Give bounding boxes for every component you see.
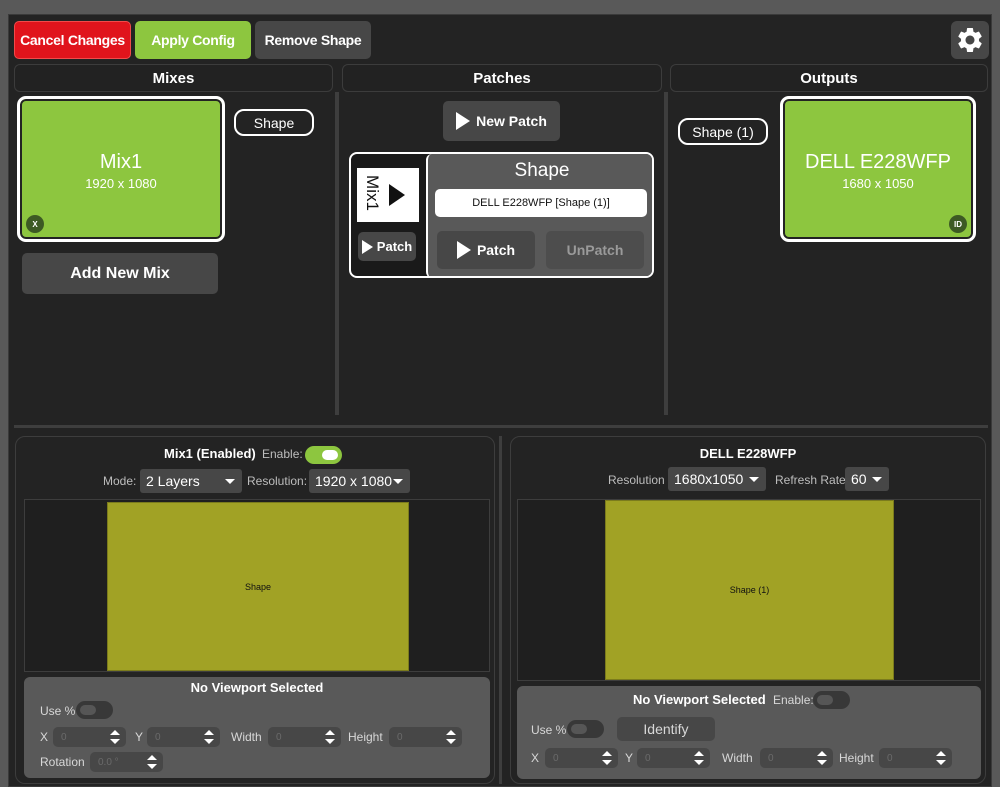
mix-patch-button[interactable]: Patch [358,232,416,261]
x-label: X [40,730,49,744]
output-canvas: Shape (1) [517,499,981,681]
mix-detail-panel: Mix1 (Enabled) Enable: Mode: 2 Layers Re… [15,436,495,784]
mix-card[interactable]: Mix1 1920 x 1080 X [17,96,225,242]
patch-label: Patch [476,242,516,258]
app-window: Cancel Changes Apply Config Remove Shape… [8,14,992,787]
mix-panel-title: Mix1 (Enabled) [164,446,256,461]
height-label: Height [348,730,383,744]
mix-resolution-label: Resolution: [247,474,308,488]
cancel-changes-button[interactable]: Cancel Changes [14,21,131,59]
refresh-rate-select[interactable]: 60 [845,467,889,491]
column-divider-right [664,92,668,415]
mix-delete-badge[interactable]: X [26,215,44,233]
output-shape-pill[interactable]: Shape (1) [678,118,768,145]
mix-shape-viewport[interactable]: Shape [107,502,409,671]
refresh-rate-value: 60 [851,471,867,487]
x-input[interactable]: 0 [53,727,126,747]
mix-resolution-select[interactable]: 1920 x 1080 [309,469,410,493]
play-icon [456,112,471,130]
output-resolution-value: 1680x1050 [674,471,744,487]
mix-resolution-value: 1920 x 1080 [315,473,393,489]
x-input[interactable]: 0 [545,748,618,768]
settings-button[interactable] [951,21,989,59]
mix-patch-label: Patch [376,239,413,254]
mix-canvas: Shape [24,499,490,672]
output-viewport-box: No Viewport Selected Enable: Use % Ident… [517,686,981,779]
new-patch-label: New Patch [476,113,547,129]
patches-header: Patches [342,64,662,92]
mix-card-title: Mix1 [99,151,143,173]
height-label: Height [839,751,874,765]
output-shape-viewport[interactable]: Shape (1) [605,500,894,680]
patch-block: Mix1 Patch Shape DELL E228WFP [Shape (1)… [349,152,654,278]
play-icon [456,241,471,259]
use-percent-toggle[interactable] [76,701,113,719]
remove-shape-button[interactable]: Remove Shape [255,21,371,59]
shape-destination-panel: Shape DELL E228WFP [Shape (1)] Patch UnP… [426,154,652,276]
output-panel-title: DELL E228WFP [699,446,797,461]
width-label: Width [722,751,753,765]
play-icon [361,239,373,254]
output-viewport-title: No Viewport Selected [633,692,766,707]
output-enable-label: Enable: [773,693,814,707]
identify-button[interactable]: Identify [617,717,715,741]
new-patch-button[interactable]: New Patch [443,101,560,141]
height-input[interactable]: 0 [389,727,462,747]
use-percent-toggle[interactable] [567,720,604,738]
output-viewport-enable-toggle[interactable] [813,691,850,709]
mode-value: 2 Layers [146,473,200,489]
mix-viewport-box: No Viewport Selected Use % X 0 Y 0 Width… [24,677,490,778]
mix-card-resolution: 1920 x 1080 [85,176,157,191]
play-icon [389,184,405,206]
mix-source-tile[interactable]: Mix1 [357,168,419,222]
chevron-down-icon [749,477,759,482]
mix-viewport-title: No Viewport Selected [190,680,324,695]
use-percent-label: Use % [40,704,76,718]
add-new-mix-button[interactable]: Add New Mix [22,253,218,294]
identify-badge[interactable]: ID [949,215,967,233]
width-input[interactable]: 0 [760,748,833,768]
height-input[interactable]: 0 [879,748,952,768]
width-input[interactable]: 0 [268,727,341,747]
shape-title: Shape [514,160,570,181]
output-card[interactable]: DELL E228WFP 1680 x 1050 ID [780,96,976,242]
output-card-title: DELL E228WFP [805,151,951,173]
section-divider [14,425,988,428]
output-resolution-select[interactable]: 1680x1050 [668,467,766,491]
outputs-header: Outputs [670,64,988,92]
mix-enable-label: Enable: [262,447,303,461]
shape-target-field: DELL E228WFP [Shape (1)] [435,189,647,217]
output-detail-panel: DELL E228WFP Resolution 1680x1050 Refres… [510,436,986,784]
mix-source-label: Mix1 [363,175,382,211]
mix-enable-toggle[interactable] [305,446,342,464]
mixes-header: Mixes [14,64,333,92]
mode-label: Mode: [103,474,137,488]
chevron-down-icon [393,479,403,484]
output-resolution-label: Resolution [608,473,665,487]
output-card-resolution: 1680 x 1050 [842,176,914,191]
refresh-rate-label: Refresh Rate [775,473,846,487]
column-divider-left [335,92,339,415]
rotation-input[interactable]: 0.0 ° [90,752,163,772]
y-input[interactable]: 0 [637,748,710,768]
use-percent-label: Use % [531,723,567,737]
unpatch-button[interactable]: UnPatch [546,231,644,269]
x-label: X [531,751,540,765]
y-label: Y [135,730,144,744]
y-input[interactable]: 0 [147,727,220,747]
gear-icon [958,27,982,52]
mix-shape-pill[interactable]: Shape [234,109,314,136]
patch-button[interactable]: Patch [437,231,535,269]
panel-divider [499,436,502,784]
mode-select[interactable]: 2 Layers [140,469,242,493]
width-label: Width [231,730,262,744]
chevron-down-icon [872,477,882,482]
rotation-label: Rotation [40,755,85,769]
y-label: Y [625,751,634,765]
apply-config-button[interactable]: Apply Config [135,21,251,59]
chevron-down-icon [225,479,235,484]
